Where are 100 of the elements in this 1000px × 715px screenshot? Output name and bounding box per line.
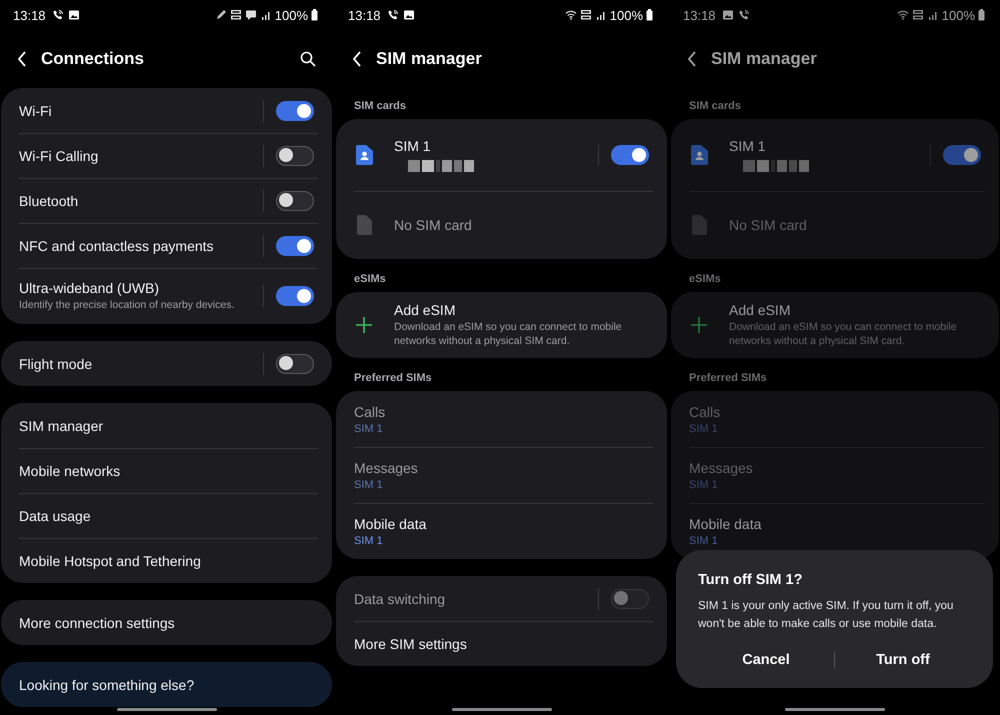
phone-icon — [386, 9, 399, 21]
battery-icon — [978, 9, 985, 21]
dialog-button[interactable]: Cancel — [698, 646, 834, 674]
search-icon[interactable] — [300, 51, 316, 67]
toggle-switch[interactable] — [276, 146, 314, 166]
settings-row[interactable]: More SIM settings — [336, 621, 667, 666]
row-label: Calls — [354, 404, 386, 420]
row-value: SIM 1 — [354, 534, 384, 546]
settings-row[interactable]: SIM 1 — [336, 119, 667, 191]
battery-icon — [311, 9, 318, 21]
row-label: SIM manager — [19, 418, 104, 434]
volte-icon — [912, 9, 924, 21]
row-label: Mobile Hotspot and Tethering — [19, 552, 202, 568]
settings-row[interactable]: Bluetooth — [1, 178, 332, 223]
signal-icon — [594, 9, 607, 21]
settings-row[interactable]: Mobile Hotspot and Tethering — [1, 538, 332, 583]
sim-card-icon — [689, 145, 709, 165]
row-label: Messages — [354, 460, 419, 476]
row-label: NFC and contactless payments — [19, 238, 215, 254]
screen-title: SIM manager — [376, 49, 482, 69]
toggle-switch[interactable] — [276, 286, 314, 306]
dialog-button[interactable]: Turn off — [835, 646, 971, 674]
settings-row[interactable]: Wi-Fi — [1, 88, 332, 133]
battery-level: 100% — [610, 8, 643, 22]
battery-icon — [646, 9, 653, 21]
toggle-switch[interactable] — [276, 236, 314, 256]
back-icon[interactable] — [17, 51, 27, 67]
row-description: Identify the precise location of nearby devices. — [19, 298, 236, 312]
row-label: No SIM card — [729, 217, 808, 233]
signal-icon — [260, 9, 272, 21]
section-heading: eSIMs — [353, 273, 387, 287]
volte-icon — [580, 9, 592, 21]
wifi-icon — [896, 9, 909, 21]
section-heading: SIM cards — [353, 100, 407, 114]
toggle-switch[interactable] — [276, 354, 314, 374]
row-label: Calls — [689, 404, 722, 420]
row-label: Wi-Fi Calling — [19, 148, 100, 164]
status-time: 13:18 — [683, 8, 716, 22]
row-label: No SIM card — [394, 217, 473, 233]
row-label: Mobile data — [689, 516, 762, 532]
toggle-switch[interactable] — [611, 145, 649, 165]
image-icon — [722, 9, 734, 21]
toggle-switch[interactable] — [276, 100, 314, 120]
settings-row[interactable]: Add eSIM Download an eSIM so you can connect to mobile networks without a physical SIM card. — [336, 292, 667, 358]
row-label: Add eSIM — [729, 302, 792, 318]
sim-slot-icon — [354, 215, 374, 235]
image-icon — [68, 9, 80, 21]
settings-row[interactable]: SIM manager — [1, 403, 332, 448]
settings-row[interactable]: Mobile networks — [1, 448, 332, 493]
toggle-switch[interactable] — [276, 190, 314, 210]
volte-icon — [230, 9, 242, 21]
row-label: Messages — [689, 460, 754, 476]
settings-row[interactable]: SIM 1 — [671, 119, 999, 191]
row-label: More connection settings — [19, 614, 176, 630]
row-description: Download an eSIM so you can connect to mobile networks without a physical SIM card. — [729, 320, 958, 348]
toggle-switch[interactable] — [943, 145, 981, 165]
settings-row[interactable]: Mobile data SIM 1 — [336, 503, 667, 559]
settings-row[interactable]: More connection settings — [1, 600, 332, 645]
screen-title: SIM manager — [711, 49, 817, 69]
row-label: Data usage — [19, 508, 92, 524]
add-icon — [689, 316, 709, 334]
battery-level: 100% — [942, 8, 975, 22]
row-label: Flight mode — [19, 356, 94, 372]
settings-row[interactable]: Looking for something else? — [1, 662, 332, 707]
row-label: Ultra-wideband (UWB) — [19, 280, 160, 296]
row-label: Mobile data — [354, 516, 428, 532]
section-heading: Preferred SIMs — [353, 372, 433, 386]
screen-title: Connections — [41, 49, 144, 69]
row-label: Wi-Fi — [19, 102, 53, 118]
status-time: 13:18 — [348, 8, 381, 22]
settings-row[interactable]: Data usage — [1, 493, 332, 538]
wifi-icon — [564, 9, 577, 21]
status-time: 13:18 — [13, 8, 46, 22]
settings-row[interactable]: NFC and contactless payments — [1, 223, 332, 268]
row-value: SIM 1 — [354, 422, 384, 434]
add-icon — [354, 316, 374, 334]
battery-level: 100% — [274, 8, 308, 22]
settings-row[interactable]: Flight mode — [1, 341, 332, 386]
row-label: SIM 1 — [394, 138, 432, 154]
section-heading: SIM cards — [688, 100, 742, 114]
row-label: Bluetooth — [19, 192, 80, 208]
row-value: SIM 1 — [689, 478, 719, 490]
settings-row[interactable]: Mobile data SIM 1 — [671, 503, 999, 559]
row-value: SIM 1 — [689, 534, 719, 546]
row-label: SIM 1 — [729, 138, 767, 154]
sim-slot-icon — [689, 215, 709, 235]
settings-row[interactable]: Add eSIM Download an eSIM so you can connect to mobile networks without a physical SIM card. — [671, 292, 999, 358]
row-value: SIM 1 — [354, 478, 384, 490]
back-icon[interactable] — [352, 51, 362, 67]
row-label: Looking for something else? — [19, 676, 196, 692]
section-heading: Preferred SIMs — [688, 372, 768, 386]
row-label: More SIM settings — [354, 636, 468, 652]
message-icon — [244, 9, 257, 21]
settings-row[interactable]: Wi-Fi Calling — [1, 133, 332, 178]
settings-row[interactable]: Ultra-wideband (UWB) Identify the precise location of nearby devices. — [1, 268, 332, 324]
back-icon[interactable] — [687, 51, 697, 67]
settings-row[interactable]: No SIM card — [336, 191, 667, 259]
row-label: Data switching — [354, 590, 446, 606]
row-description: Download an eSIM so you can connect to mobile networks without a physical SIM card. — [394, 320, 623, 348]
section-heading: eSIMs — [688, 273, 722, 287]
